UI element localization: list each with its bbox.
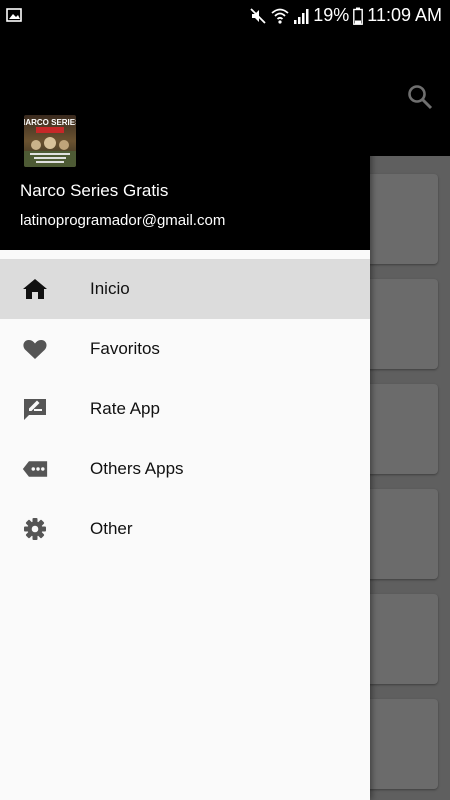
rate-app-icon bbox=[24, 399, 46, 420]
navigation-drawer: NARCO SERIES Narco Series Gratis latinop… bbox=[0, 31, 370, 800]
drawer-header: NARCO SERIES Narco Series Gratis latinop… bbox=[0, 31, 370, 250]
drawer-item-label: Rate App bbox=[90, 399, 160, 418]
battery-percent: 19% bbox=[313, 5, 350, 25]
drawer-menu: Inicio Favoritos Rate App Others Apps Ot… bbox=[0, 259, 370, 559]
signal-icon bbox=[294, 8, 309, 24]
drawer-item-other[interactable]: Other bbox=[0, 499, 370, 559]
drawer-item-inicio[interactable]: Inicio bbox=[0, 259, 370, 319]
drawer-item-label: Inicio bbox=[90, 279, 130, 298]
drawer-header-email: latinoprogramador@gmail.com bbox=[20, 212, 226, 229]
drawer-item-favoritos[interactable]: Favoritos bbox=[0, 319, 370, 379]
app-logo: NARCO SERIES bbox=[24, 115, 76, 167]
clock: 11:09 AM bbox=[367, 5, 442, 25]
gallery-notification-icon bbox=[6, 8, 22, 22]
drawer-item-rate-app[interactable]: Rate App bbox=[0, 379, 370, 439]
drawer-item-label: Other bbox=[90, 519, 133, 538]
settings-gear-icon bbox=[24, 518, 46, 540]
heart-icon bbox=[23, 339, 47, 359]
drawer-item-others-apps[interactable]: Others Apps bbox=[0, 439, 370, 499]
drawer-item-label: Favoritos bbox=[90, 339, 160, 358]
battery-icon bbox=[353, 7, 364, 25]
status-bar: 19% 11:09 AM bbox=[0, 0, 450, 31]
wifi-icon bbox=[271, 8, 289, 24]
drawer-header-title: Narco Series Gratis bbox=[20, 181, 169, 200]
mute-icon bbox=[250, 7, 266, 24]
logo-caption: NARCO SERIES bbox=[24, 118, 76, 127]
home-icon bbox=[23, 279, 47, 299]
more-apps-icon bbox=[22, 461, 48, 477]
drawer-item-label: Others Apps bbox=[90, 459, 184, 478]
